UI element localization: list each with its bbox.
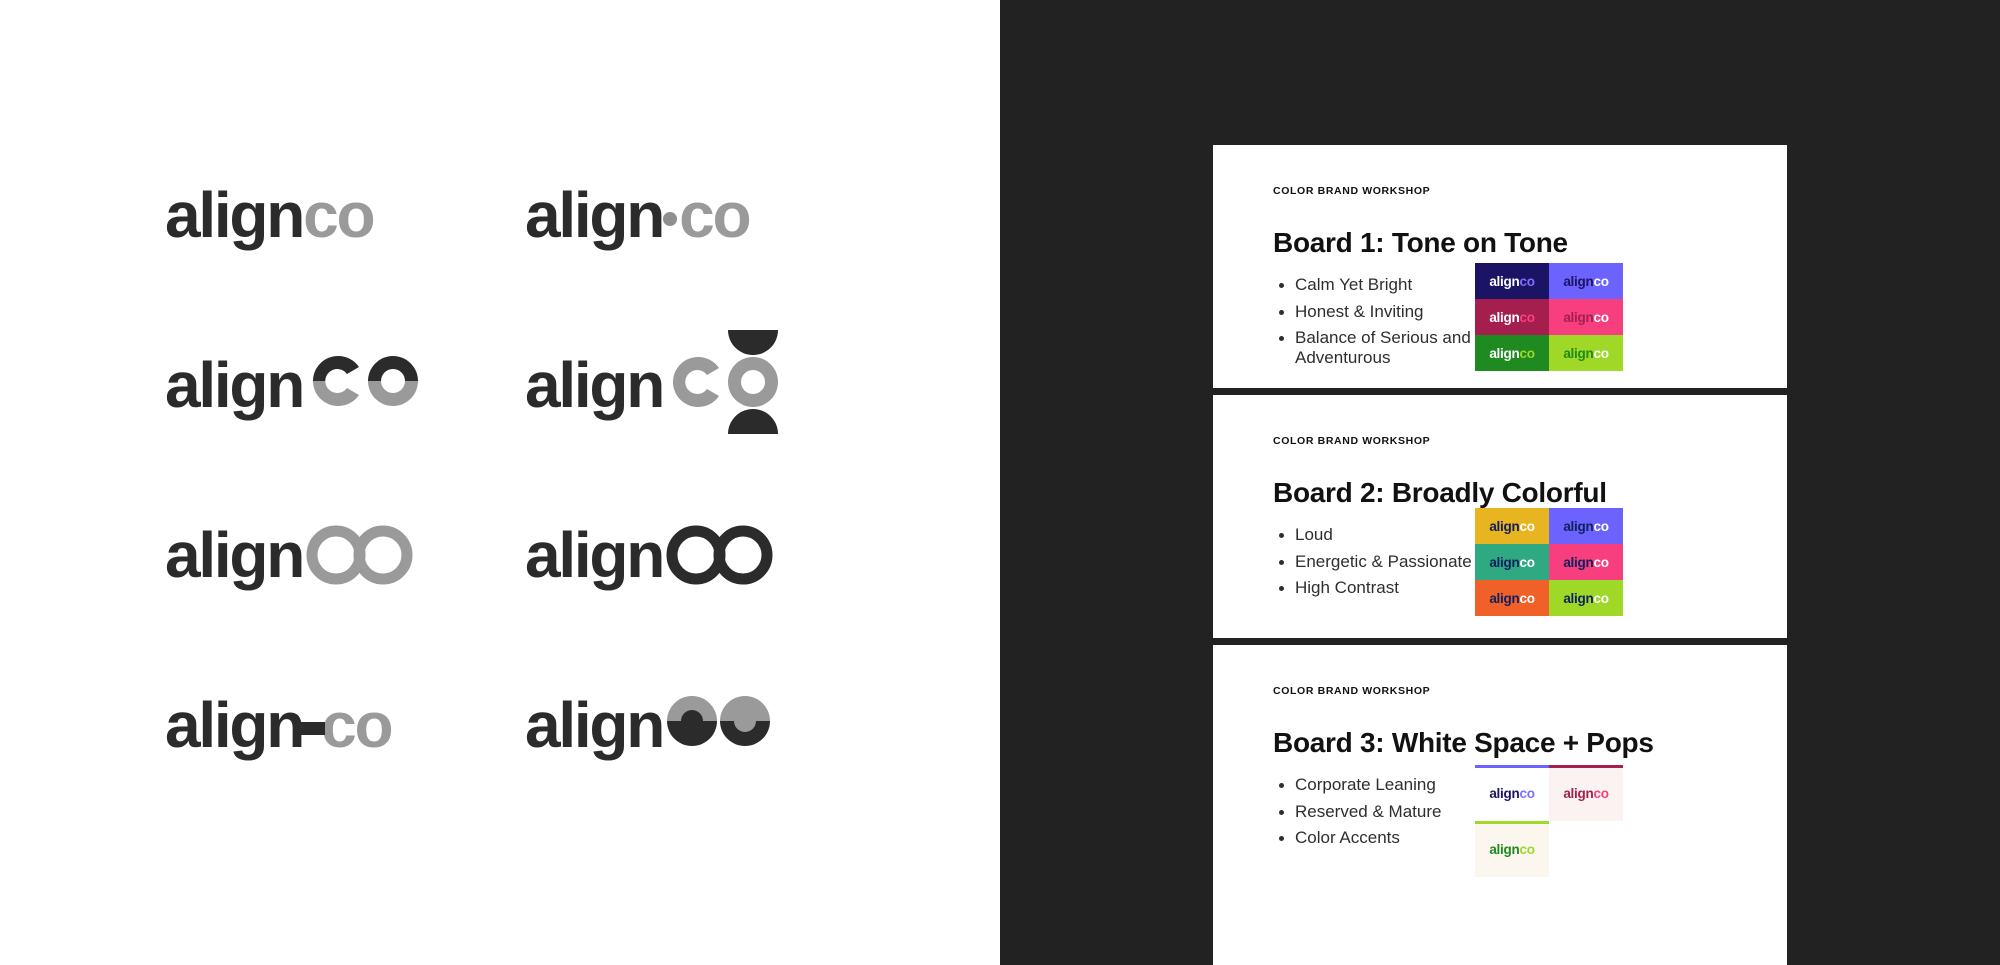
color-swatch[interactable]: align co (1549, 299, 1623, 335)
dot-separator-icon (663, 212, 678, 226)
swatch-word-co: co (1519, 309, 1535, 325)
swatch-word-align: align (1563, 590, 1594, 606)
logo-variant-hourglass-co[interactable]: align (525, 300, 865, 470)
swatch-grid: align co align co align co align co align co align… (1475, 508, 1623, 616)
deck-dark-backdrop: COLOR BRAND WORKSHOP Board 1: Tone on To… (1000, 0, 2000, 965)
swatch-word-align: align (1563, 273, 1594, 289)
pop-swatch[interactable]: align co (1475, 821, 1549, 877)
color-swatch[interactable]: align co (1549, 335, 1623, 371)
swatch-word-co: co (1593, 273, 1609, 289)
logo-exploration-panel: align co align co align align align alig… (0, 0, 1000, 965)
logo-word-co: co (679, 179, 751, 251)
logo-variant-outline-rings-dark[interactable]: align (525, 470, 865, 640)
logo-variant-plain-grey-co[interactable]: align co (165, 130, 505, 300)
logo-word-align: align (525, 179, 665, 251)
swatch-word-align: align (1563, 309, 1594, 325)
swatch-word-co: co (1593, 345, 1609, 361)
color-swatch[interactable]: align co (1475, 508, 1549, 544)
swatch-word-co: co (1519, 554, 1535, 570)
swatch-word-co: co (1593, 309, 1609, 325)
swatch-word-co: co (1519, 785, 1535, 801)
slide-eyebrow: COLOR BRAND WORKSHOP (1273, 685, 1431, 697)
logo-variant-split-discs[interactable]: align (525, 640, 865, 810)
pop-grid: align co align co align co (1475, 765, 1623, 877)
swatch-word-co: co (1593, 554, 1609, 570)
swatch-word-align: align (1489, 309, 1520, 325)
swatch-word-co: co (1593, 590, 1609, 606)
pop-accent-rule (1549, 765, 1623, 768)
slide-divider (1213, 388, 1787, 395)
swatch-word-align: align (1489, 841, 1520, 857)
swatch-word-co: co (1519, 590, 1535, 606)
pop-swatch[interactable]: align co (1475, 765, 1549, 821)
pop-accent-rule (1475, 821, 1549, 824)
swatch-word-align: align (1563, 785, 1594, 801)
swatch-word-co: co (1593, 785, 1609, 801)
pop-accent-rule (1475, 765, 1549, 768)
color-swatch[interactable]: align co (1475, 299, 1549, 335)
pop-swatch[interactable]: align co (1549, 765, 1623, 821)
pop-swatch-empty (1549, 821, 1623, 877)
swatch-block-board-1: align co align co align co align co align co align… (1475, 263, 1623, 371)
swatch-word-align: align (1489, 518, 1520, 534)
slide-title: Board 3: White Space + Pops (1273, 727, 1654, 758)
swatch-word-align: align (1489, 273, 1520, 289)
logo-variant-dash-connector[interactable]: align co (165, 640, 505, 810)
slide-title: Board 1: Tone on Tone (1273, 227, 1568, 258)
slide-stack[interactable]: COLOR BRAND WORKSHOP Board 1: Tone on To… (1213, 145, 1787, 965)
logo-variant-dot-separator[interactable]: align co (525, 130, 865, 300)
logo-variant-grid: align co align co align align align alig… (165, 130, 865, 810)
logo-word-align: align (525, 519, 665, 591)
color-swatch[interactable]: align co (1549, 263, 1623, 299)
logo-variant-outline-rings-grey[interactable]: align (165, 470, 505, 640)
dash-connector-icon (299, 721, 326, 735)
logo-variant-split-horizontal-co[interactable]: align (165, 300, 505, 470)
color-swatch[interactable]: align co (1475, 544, 1549, 580)
hourglass-co-icon (673, 330, 779, 434)
color-swatch[interactable]: align co (1475, 580, 1549, 616)
color-swatch[interactable]: align co (1549, 508, 1623, 544)
logo-word-co: co (321, 689, 393, 761)
logo-word-align: align (525, 349, 665, 421)
slide-divider (1213, 638, 1787, 645)
slide-board-2[interactable]: COLOR BRAND WORKSHOP Board 2: Broadly Co… (1213, 395, 1787, 638)
overlap-rings-dark-icon (666, 525, 773, 585)
logo-word-align: align (165, 349, 305, 421)
slide-eyebrow: COLOR BRAND WORKSHOP (1273, 435, 1431, 447)
logo-word-co: co (303, 179, 375, 251)
swatch-word-co: co (1519, 518, 1535, 534)
logo-word-align: align (165, 179, 305, 251)
color-swatch[interactable]: align co (1549, 544, 1623, 580)
slide-board-3[interactable]: COLOR BRAND WORKSHOP Board 3: White Spac… (1213, 645, 1787, 965)
swatch-word-align: align (1489, 554, 1520, 570)
color-swatch[interactable]: align co (1475, 263, 1549, 299)
swatch-word-co: co (1593, 518, 1609, 534)
swatch-word-align: align (1563, 554, 1594, 570)
screenshot-canvas: align co align co align align align alig… (0, 0, 2000, 965)
logo-word-align: align (165, 689, 305, 761)
swatch-grid: align co align co align co align co align co align… (1475, 263, 1623, 371)
swatch-word-align: align (1489, 345, 1520, 361)
swatch-block-board-3: align co align co align co (1475, 765, 1623, 877)
swatch-word-align: align (1489, 785, 1520, 801)
swatch-block-board-2: align co align co align co align co align co align… (1475, 508, 1623, 616)
swatch-word-co: co (1519, 273, 1535, 289)
swatch-word-co: co (1519, 841, 1535, 857)
overlap-rings-grey-icon (306, 525, 413, 585)
slide-board-1[interactable]: COLOR BRAND WORKSHOP Board 1: Tone on To… (1213, 145, 1787, 388)
logo-word-align: align (525, 689, 665, 761)
slide-title: Board 2: Broadly Colorful (1273, 477, 1607, 508)
split-co-icon (313, 355, 419, 407)
swatch-word-co: co (1519, 345, 1535, 361)
swatch-word-align: align (1563, 518, 1594, 534)
swatch-word-align: align (1563, 345, 1594, 361)
swatch-word-align: align (1489, 590, 1520, 606)
slide-eyebrow: COLOR BRAND WORKSHOP (1273, 185, 1431, 197)
split-discs-icon (667, 696, 771, 746)
color-swatch[interactable]: align co (1549, 580, 1623, 616)
color-swatch[interactable]: align co (1475, 335, 1549, 371)
logo-word-align: align (165, 519, 305, 591)
